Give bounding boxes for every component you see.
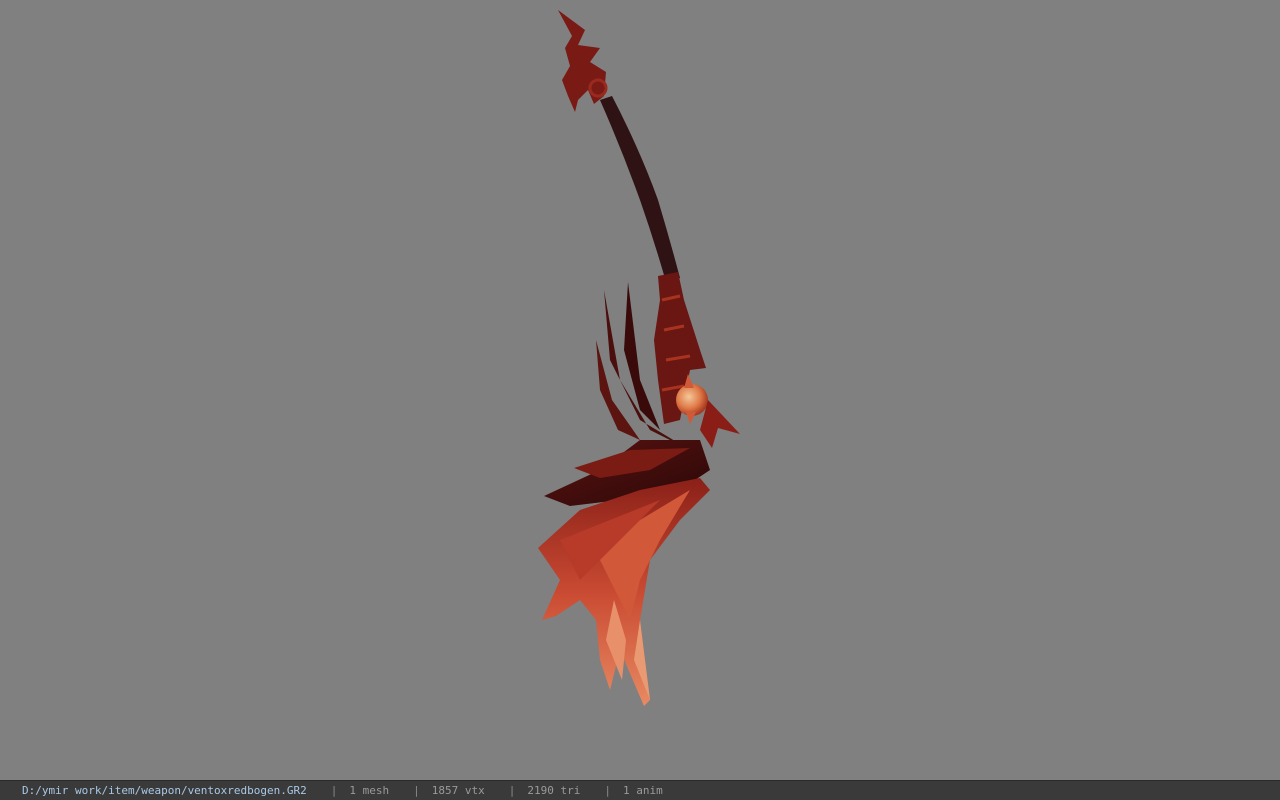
anim-count: 1 anim [623, 784, 663, 797]
separator: | [330, 784, 338, 797]
file-path: D:/ymir work/item/weapon/ventoxredbogen.… [22, 784, 307, 797]
triangle-count: 2190 tri [527, 784, 581, 797]
separator: | [413, 784, 420, 797]
3d-viewport[interactable] [0, 0, 1280, 780]
bow-upper-limb [600, 96, 680, 282]
status-bar: D:/ymir work/item/weapon/ventoxredbogen.… [0, 780, 1280, 800]
bow-orb [676, 384, 708, 416]
weapon-model[interactable] [0, 0, 1280, 780]
separator: | [508, 784, 516, 797]
separator: | [604, 784, 611, 797]
mesh-count: 1 mesh [349, 784, 390, 797]
vertex-count: 1857 vtx [431, 784, 485, 797]
